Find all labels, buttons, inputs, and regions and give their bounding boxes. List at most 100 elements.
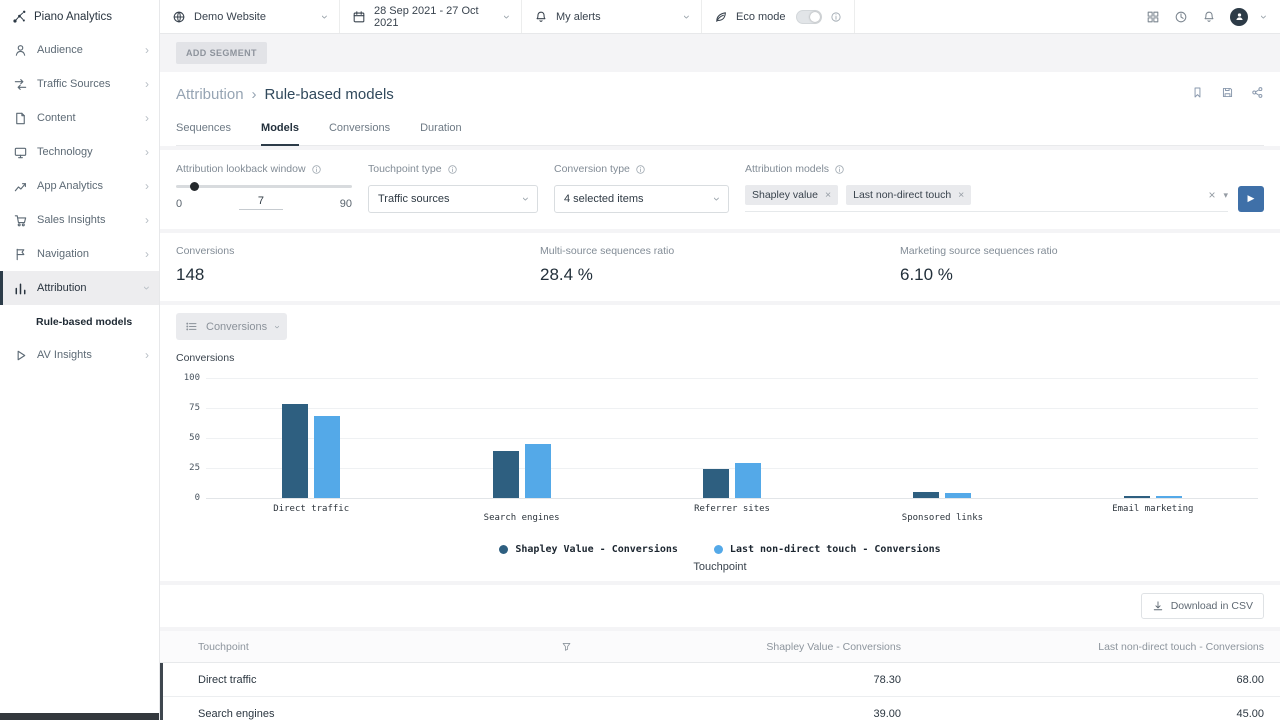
breadcrumb-separator: › <box>252 86 257 103</box>
chevron-right-icon: › <box>145 111 149 125</box>
notifications-bell-icon[interactable] <box>1202 10 1216 24</box>
chevron-right-icon: › <box>145 179 149 193</box>
chevron-down-icon: › <box>520 197 532 201</box>
sidebar-item-label: Traffic Sources <box>37 78 110 90</box>
info-icon[interactable] <box>834 164 845 175</box>
filter-funnel-icon[interactable] <box>561 641 572 652</box>
save-icon[interactable] <box>1221 86 1234 99</box>
info-icon[interactable] <box>447 164 458 175</box>
bar-series-1[interactable] <box>945 493 971 498</box>
apps-grid-icon[interactable] <box>1146 10 1160 24</box>
legend-item[interactable]: Last non-direct touch - Conversions <box>714 544 941 555</box>
y-tick-label: 100 <box>176 373 200 383</box>
topbar-actions: › <box>1132 0 1280 33</box>
kpi-marketing-source-ratio: Marketing source sequences ratio 6.10 % <box>900 245 1264 285</box>
column-header-label: Shapley Value - Conversions <box>766 641 901 653</box>
sidebar-item-audience[interactable]: Audience › <box>0 33 159 67</box>
piano-logo-icon <box>12 9 27 24</box>
attribution-models-field[interactable]: Shapley value × Last non-direct touch × … <box>745 185 1228 212</box>
sidebar: Piano Analytics Audience › Traffic Sourc… <box>0 0 160 720</box>
chevron-down-icon[interactable]: ▾ <box>1223 190 1228 201</box>
site-selector[interactable]: Demo Website › <box>160 0 340 33</box>
slider-max: 90 <box>340 198 352 210</box>
sidebar-item-app-analytics[interactable]: App Analytics › <box>0 169 159 203</box>
metric-selector[interactable]: Conversions › <box>176 313 287 340</box>
column-header-last-non-direct[interactable]: Last non-direct touch - Conversions <box>917 641 1280 653</box>
bar-series-1[interactable] <box>525 444 551 498</box>
sidebar-item-attribution[interactable]: Attribution › <box>0 271 159 305</box>
table-body: Direct traffic78.3068.00Search engines39… <box>160 663 1280 720</box>
page-header-panel: Attribution › Rule-based models Sequence… <box>160 72 1280 146</box>
sidebar-item-technology[interactable]: Technology › <box>0 135 159 169</box>
table-row[interactable]: Search engines39.0045.00 <box>160 697 1280 720</box>
lookback-value-input[interactable] <box>239 195 283 210</box>
alerts-selector[interactable]: My alerts › <box>522 0 702 33</box>
bar-series-1[interactable] <box>314 416 340 498</box>
bar-series-0[interactable] <box>493 451 519 498</box>
download-csv-button[interactable]: Download in CSV <box>1141 593 1264 619</box>
bar-series-1[interactable] <box>735 463 761 498</box>
history-icon[interactable] <box>1174 10 1188 24</box>
apply-filters-button[interactable]: ▶ <box>1238 186 1264 212</box>
bar-series-0[interactable] <box>1124 496 1150 498</box>
bar-series-0[interactable] <box>913 492 939 498</box>
globe-icon <box>172 10 186 24</box>
clear-all-icon[interactable]: × <box>1208 188 1215 202</box>
conversion-type-select[interactable]: 4 selected items › <box>554 185 729 213</box>
gridline: 0 <box>206 498 1258 499</box>
chevron-down-icon: › <box>319 15 331 19</box>
bar-series-0[interactable] <box>703 469 729 498</box>
sidebar-item-sales-insights[interactable]: Sales Insights › <box>0 203 159 237</box>
slider-knob[interactable] <box>190 182 199 191</box>
tab-conversions[interactable]: Conversions <box>329 117 390 145</box>
bar-category-label: Email marketing <box>1112 504 1193 514</box>
sidebar-item-av-insights[interactable]: AV Insights › <box>0 338 159 372</box>
pin-icon[interactable] <box>1191 86 1204 99</box>
page-title: Rule-based models <box>265 86 394 103</box>
column-header-touchpoint[interactable]: Touchpoint <box>160 641 555 653</box>
info-icon[interactable] <box>311 164 322 175</box>
legend-item[interactable]: Shapley Value - Conversions <box>499 544 678 555</box>
chevron-down-icon[interactable]: › <box>1258 15 1270 19</box>
info-icon[interactable] <box>635 164 646 175</box>
bar-series-1[interactable] <box>1156 496 1182 498</box>
slider-min: 0 <box>176 198 182 210</box>
table-scrollbar[interactable] <box>160 663 163 720</box>
sidebar-item-rule-based-models[interactable]: Rule-based models <box>0 305 159 338</box>
date-range-picker[interactable]: 28 Sep 2021 - 27 Oct 2021 › <box>340 0 522 33</box>
app-root: Piano Analytics Audience › Traffic Sourc… <box>0 0 1280 720</box>
sidebar-collapse-bar[interactable] <box>0 713 159 720</box>
export-bar: Download in CSV <box>160 585 1280 627</box>
remove-tag-icon[interactable]: × <box>825 189 831 201</box>
sidebar-item-label: Navigation <box>37 248 89 260</box>
download-icon <box>1152 600 1164 612</box>
breadcrumb-parent[interactable]: Attribution <box>176 86 244 103</box>
column-header-shapley[interactable]: Shapley Value - Conversions <box>555 641 917 653</box>
lookback-slider[interactable] <box>176 185 352 188</box>
kpi-panel: Conversions 148 Multi-source sequences r… <box>160 233 1280 301</box>
eco-mode-toggle[interactable] <box>796 10 822 24</box>
cell-value: 39.00 <box>555 708 917 720</box>
table-row[interactable]: Direct traffic78.3068.00 <box>160 663 1280 697</box>
y-tick-label: 75 <box>176 403 200 413</box>
touchpoint-type-select[interactable]: Traffic sources › <box>368 185 538 213</box>
tab-models[interactable]: Models <box>261 117 299 146</box>
site-name: Demo Website <box>194 11 266 23</box>
user-avatar[interactable] <box>1230 8 1248 26</box>
remove-tag-icon[interactable]: × <box>958 189 964 201</box>
tab-sequences[interactable]: Sequences <box>176 117 231 145</box>
kpi-label: Conversions <box>176 245 540 257</box>
bar-category-label: Search engines <box>484 513 560 523</box>
chart-legend: Shapley Value - Conversions Last non-dire… <box>176 544 1264 555</box>
tab-duration[interactable]: Duration <box>420 117 462 145</box>
sidebar-item-traffic-sources[interactable]: Traffic Sources › <box>0 67 159 101</box>
sidebar-item-content[interactable]: Content › <box>0 101 159 135</box>
add-segment-button[interactable]: ADD SEGMENT <box>176 42 267 64</box>
bar-series-0[interactable] <box>282 404 308 498</box>
chevron-right-icon: › <box>145 213 149 227</box>
chart-title: Conversions <box>176 352 1264 364</box>
info-icon[interactable] <box>830 11 842 23</box>
brand[interactable]: Piano Analytics <box>0 0 159 33</box>
share-icon[interactable] <box>1251 86 1264 99</box>
sidebar-item-navigation[interactable]: Navigation › <box>0 237 159 271</box>
